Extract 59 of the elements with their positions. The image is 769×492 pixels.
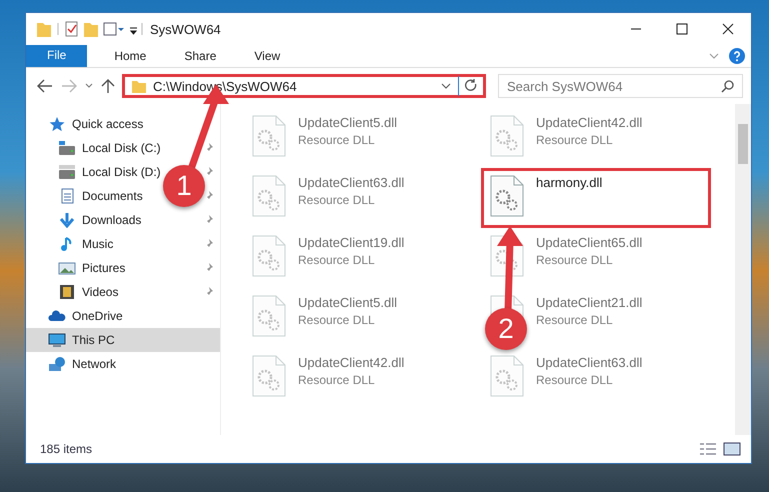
star-icon (48, 116, 66, 132)
gear-file-icon[interactable] (490, 175, 524, 217)
quick-access-toolbar-icon[interactable] (34, 19, 144, 39)
file-name[interactable]: harmony.dll (536, 175, 602, 190)
ribbon-tab[interactable]: Home (95, 45, 166, 67)
nav-item[interactable]: Quick access (26, 112, 220, 136)
nav-item[interactable]: Local Disk (D:) (26, 160, 161, 184)
search-icon[interactable] (721, 79, 735, 93)
up-arrow-icon[interactable] (100, 78, 116, 94)
address-bar[interactable]: C:\Windows\SysWOW64 (122, 74, 486, 98)
drive-icon (58, 164, 76, 180)
file-type: Resource DLL (536, 253, 614, 267)
drive-icon (58, 140, 76, 156)
nav-item[interactable]: Local Disk (C:) (26, 136, 161, 160)
nav-item[interactable]: This PC (26, 328, 220, 352)
help-icon[interactable] (729, 48, 745, 64)
item-count: 185 items (40, 442, 92, 456)
large-icons-view-icon[interactable] (723, 442, 741, 456)
file-type: Resource DLL (298, 253, 376, 267)
nav-item[interactable]: Network (26, 352, 220, 376)
details-view-icon[interactable] (699, 442, 717, 456)
nav-item[interactable]: OneDrive (26, 304, 220, 328)
file-type: Resource DLL (536, 313, 614, 327)
nav-item[interactable]: Music (26, 232, 114, 256)
scrollbar[interactable] (735, 104, 751, 435)
file-tab[interactable]: File (26, 45, 88, 67)
window-title: SysWOW64 (150, 22, 221, 36)
nav-item[interactable]: Documents (26, 184, 143, 208)
file-name[interactable]: UpdateClient21.dll (536, 295, 642, 310)
cloud-icon (48, 308, 66, 324)
file-type: Resource DLL (298, 133, 376, 147)
file-type: Resource DLL (298, 313, 376, 327)
file-name[interactable]: UpdateClient42.dll (536, 115, 642, 130)
down-arrow-icon (58, 212, 76, 228)
ribbon-tab[interactable]: View (235, 45, 300, 67)
file-name[interactable]: UpdateClient5.dll (298, 115, 398, 130)
file-name[interactable]: UpdateClient42.dll (298, 355, 404, 370)
file-type: Resource DLL (298, 193, 376, 207)
file-name[interactable]: UpdateClient5.dll (298, 295, 398, 310)
network-icon (48, 356, 66, 372)
file-name[interactable]: UpdateClient65.dll (536, 235, 642, 250)
picture-icon (58, 260, 76, 276)
film-icon (58, 284, 76, 300)
file-type: Resource DLL (536, 133, 614, 147)
file-name[interactable]: UpdateClient63.dll (298, 175, 404, 190)
folder-icon (131, 78, 147, 94)
file-type: Resource DLL (536, 373, 614, 387)
search-field[interactable]: Search SysWOW64 (498, 74, 743, 98)
nav-item[interactable]: Downloads (26, 208, 142, 232)
file-name[interactable]: UpdateClient19.dll (298, 235, 404, 250)
ribbon-tab[interactable]: Share (165, 45, 236, 67)
file-type: Resource DLL (298, 373, 376, 387)
monitor-icon (48, 332, 66, 348)
back-arrow-icon[interactable] (36, 78, 54, 94)
file-name[interactable]: UpdateClient63.dll (536, 355, 642, 370)
nav-item[interactable]: Pictures (26, 256, 126, 280)
address-path[interactable]: C:\Windows\SysWOW64 (153, 78, 434, 94)
forward-arrow-icon[interactable] (60, 78, 78, 94)
nav-item[interactable]: Videos (26, 280, 118, 304)
